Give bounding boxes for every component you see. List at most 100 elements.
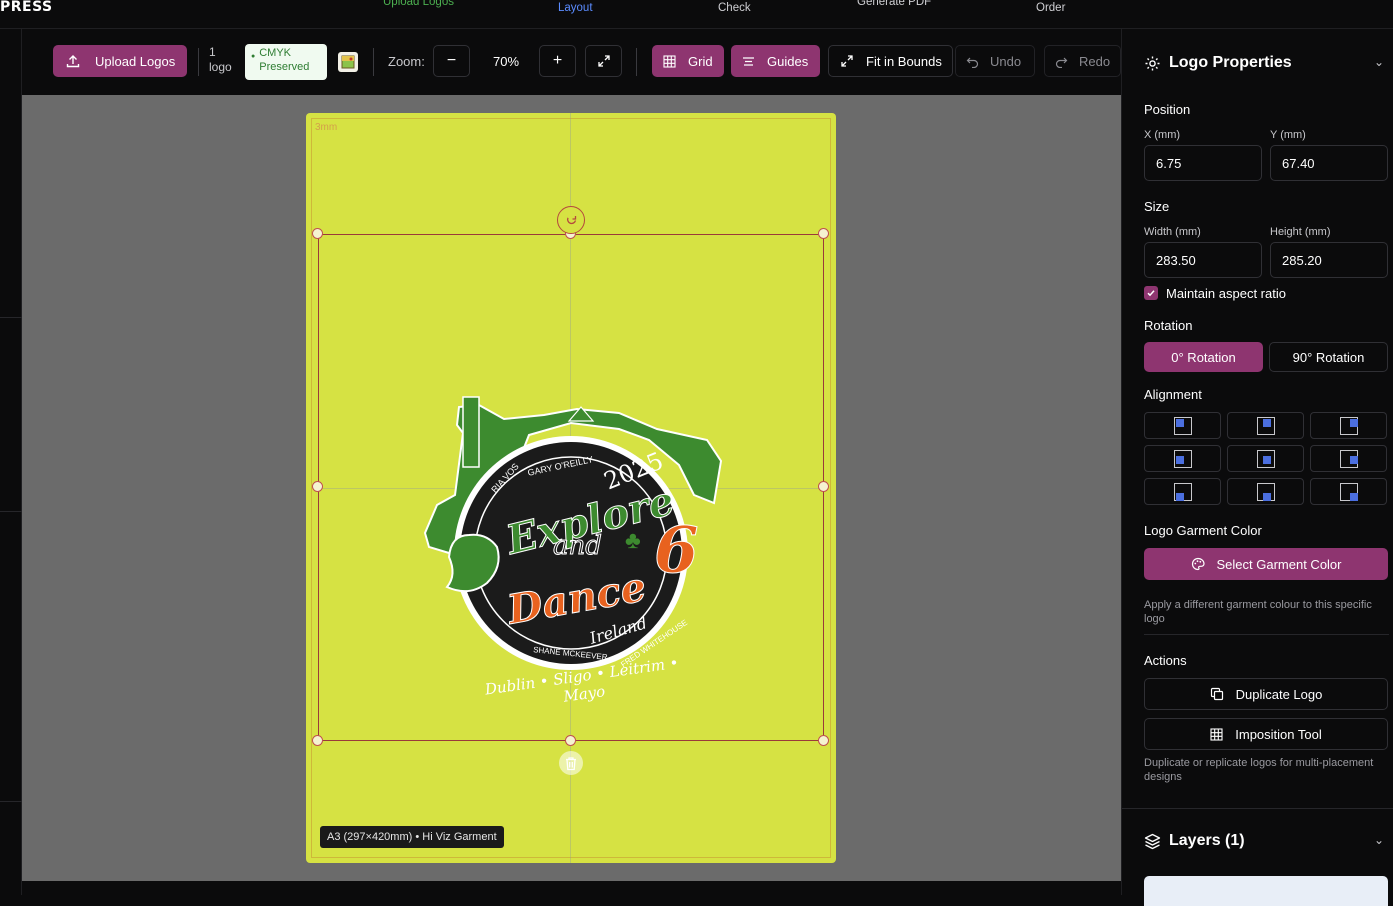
- fit-in-bounds-button[interactable]: Fit in Bounds: [828, 45, 953, 77]
- resize-handle-right[interactable]: [818, 481, 829, 492]
- upload-logos-label: Upload Logos: [95, 53, 176, 69]
- cmyk-preserved-badge: ● CMYK Preserved: [245, 44, 327, 80]
- zoom-in-button[interactable]: +: [539, 45, 576, 77]
- resize-handle-bottom-left[interactable]: [312, 735, 323, 746]
- align-bottom-right-icon: [1340, 483, 1358, 501]
- checkmark-icon: [1147, 290, 1155, 297]
- status-dot-icon: ●: [251, 53, 256, 60]
- logo-number: 6: [654, 513, 700, 589]
- grid-label: Grid: [688, 53, 713, 69]
- x-position-input[interactable]: 6.75: [1144, 145, 1262, 181]
- zoom-label: Zoom:: [388, 54, 425, 69]
- align-bottom-center-button[interactable]: [1227, 478, 1304, 505]
- maintain-aspect-checkbox[interactable]: [1144, 286, 1158, 300]
- rotate-handle[interactable]: [557, 206, 585, 234]
- logo-properties-title: Logo Properties: [1169, 54, 1292, 71]
- logo-properties-header[interactable]: Logo Properties: [1144, 54, 1292, 72]
- align-middle-left-button[interactable]: [1144, 445, 1221, 472]
- align-top-left-icon: [1174, 417, 1192, 435]
- grid-toggle-button[interactable]: Grid: [652, 45, 724, 77]
- image-preview-button[interactable]: [338, 52, 358, 72]
- actions-hint: Duplicate or replicate logos for multi-p…: [1144, 757, 1374, 783]
- tower-shape: [462, 396, 480, 468]
- grid-icon: [663, 54, 676, 68]
- copy-icon: [1210, 687, 1223, 701]
- guides-toggle-button[interactable]: Guides: [731, 45, 820, 77]
- align-indicator: [1263, 419, 1271, 427]
- preserved-label: Preserved: [259, 61, 310, 73]
- gear-icon: [1145, 56, 1160, 70]
- step-upload-logos[interactable]: Upload Logos: [383, 0, 454, 8]
- height-input[interactable]: 285.20: [1270, 242, 1388, 278]
- align-bottom-right-button[interactable]: [1310, 478, 1387, 505]
- align-indicator: [1176, 493, 1184, 501]
- toolbar-divider: [373, 48, 374, 76]
- width-mm-label: Width (mm): [1144, 226, 1201, 238]
- resize-handle-bottom[interactable]: [565, 735, 576, 746]
- align-top-left-button[interactable]: [1144, 412, 1221, 439]
- fit-arrows-icon: [841, 55, 853, 67]
- resize-handle-left[interactable]: [312, 481, 323, 492]
- y-position-input[interactable]: 67.40: [1270, 145, 1388, 181]
- align-middle-center-button[interactable]: [1227, 445, 1304, 472]
- logo-count-unit: logo: [209, 60, 232, 74]
- top-step-bar: PRESS Upload Logos Layout Check Generate…: [0, 0, 1393, 29]
- resize-handle-bottom-right[interactable]: [818, 735, 829, 746]
- align-middle-right-button[interactable]: [1310, 445, 1387, 472]
- guides-label: Guides: [767, 53, 809, 69]
- duplicate-logo-label: Duplicate Logo: [1235, 686, 1323, 702]
- garment-artboard[interactable]: 3mm RIA VOS GARY O'REILLY 2025 Explore a…: [306, 113, 836, 863]
- rotation-0-button[interactable]: 0° Rotation: [1144, 342, 1263, 372]
- step-check[interactable]: Check: [718, 2, 751, 14]
- grid-icon: [1210, 727, 1223, 741]
- align-middle-right-icon: [1340, 450, 1358, 468]
- layer-item[interactable]: [1144, 876, 1388, 906]
- minus-icon: −: [446, 52, 457, 69]
- canvas-bottom-strip: [22, 881, 1121, 895]
- upload-icon: [65, 53, 81, 69]
- delete-logo-button[interactable]: [559, 751, 583, 775]
- maintain-aspect-label[interactable]: Maintain aspect ratio: [1166, 286, 1286, 301]
- rotate-icon: [566, 215, 576, 224]
- duplicate-logo-button[interactable]: Duplicate Logo: [1144, 678, 1388, 710]
- upload-logos-button[interactable]: Upload Logos: [53, 45, 187, 77]
- x-mm-label: X (mm): [1144, 129, 1181, 141]
- align-indicator: [1176, 419, 1184, 427]
- zoom-out-button[interactable]: −: [433, 45, 470, 77]
- fullscreen-button[interactable]: [585, 45, 622, 77]
- trash-icon: [566, 756, 576, 770]
- align-bottom-left-button[interactable]: [1144, 478, 1221, 505]
- step-generate-pdf[interactable]: Generate PDF: [857, 0, 931, 8]
- undo-button[interactable]: Undo: [955, 45, 1035, 77]
- cmyk-label: CMYK: [259, 47, 292, 59]
- width-input[interactable]: 283.50: [1144, 242, 1262, 278]
- toolbar-divider: [198, 48, 199, 76]
- collapse-chevron-icon[interactable]: ⌄: [1374, 833, 1384, 847]
- position-section-label: Position: [1144, 102, 1191, 117]
- imposition-tool-label: Imposition Tool: [1235, 726, 1322, 742]
- layers-header[interactable]: Layers (1): [1144, 832, 1245, 850]
- logo-word-and: and: [553, 531, 603, 562]
- align-top-right-button[interactable]: [1310, 412, 1387, 439]
- align-bottom-center-icon: [1257, 483, 1275, 501]
- logo-selection-box[interactable]: RIA VOS GARY O'REILLY 2025 Explore and ♣…: [318, 234, 825, 741]
- resize-handle-top-right[interactable]: [818, 228, 829, 239]
- expand-icon: [597, 55, 610, 67]
- align-top-center-button[interactable]: [1227, 412, 1304, 439]
- design-canvas[interactable]: 3mm RIA VOS GARY O'REILLY 2025 Explore a…: [22, 95, 1121, 881]
- logo-count: 1 logo: [209, 45, 232, 75]
- resize-handle-top-left[interactable]: [312, 228, 323, 239]
- layers-title: Layers (1): [1169, 832, 1245, 849]
- collapse-chevron-icon[interactable]: ⌄: [1374, 55, 1384, 69]
- redo-button[interactable]: Redo: [1044, 45, 1121, 77]
- imposition-tool-button[interactable]: Imposition Tool: [1144, 718, 1388, 750]
- select-garment-color-button[interactable]: Select Garment Color: [1144, 548, 1388, 580]
- palette-icon: [1191, 557, 1205, 571]
- rotation-90-button[interactable]: 90° Rotation: [1269, 342, 1388, 372]
- step-order[interactable]: Order: [1036, 2, 1065, 14]
- step-layout[interactable]: Layout: [558, 2, 593, 14]
- actions-section-label: Actions: [1144, 653, 1187, 668]
- align-indicator: [1350, 419, 1358, 427]
- align-indicator: [1263, 493, 1271, 501]
- align-top-right-icon: [1340, 417, 1358, 435]
